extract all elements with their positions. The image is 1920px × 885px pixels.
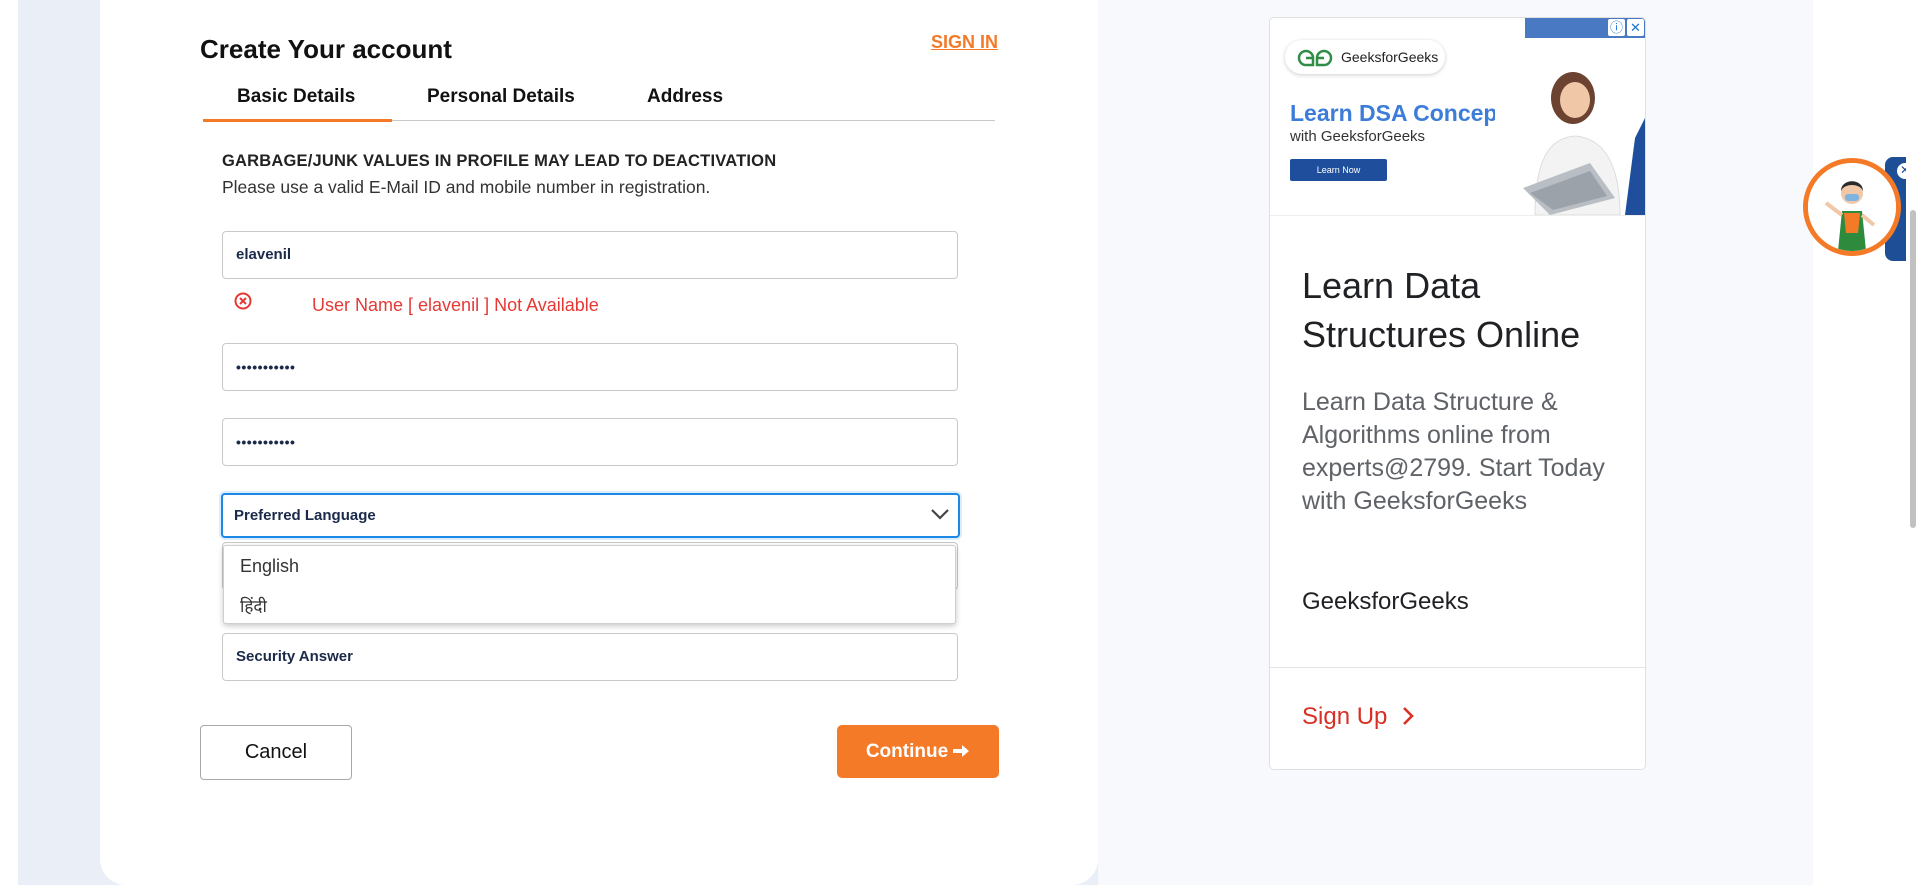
confirm-password-field[interactable]: ••••••••••• bbox=[222, 418, 958, 466]
preferred-language-select[interactable]: Preferred Language bbox=[221, 493, 960, 538]
ad-headline[interactable]: Learn Data Structures Online bbox=[1302, 261, 1622, 359]
username-field[interactable]: elavenil bbox=[222, 231, 958, 279]
left-strip bbox=[0, 0, 18, 885]
gfg-brand-pill: GeeksforGeeks bbox=[1285, 40, 1445, 74]
ad-close-icon[interactable]: ✕ bbox=[1627, 19, 1644, 36]
registration-info: Please use a valid E-Mail ID and mobile … bbox=[222, 177, 711, 197]
language-option-hindi[interactable]: हिंदी bbox=[240, 594, 267, 617]
tab-personal-details[interactable]: Personal Details bbox=[427, 86, 575, 108]
advertisement[interactable]: ⓘ ✕ GeeksforGeeks Learn DSA Concepts wit… bbox=[1269, 17, 1646, 770]
security-answer-field[interactable]: Security Answer bbox=[222, 633, 958, 681]
ad-description: Learn Data Structure & Algorithms online… bbox=[1302, 388, 1605, 515]
select-selected-value: Preferred Language bbox=[234, 507, 376, 524]
username-error-message: User Name [ elavenil ] Not Available bbox=[312, 295, 599, 315]
assistant-figure-image bbox=[1808, 163, 1896, 251]
tab-address[interactable]: Address bbox=[647, 86, 723, 108]
gfg-logo-icon bbox=[1297, 49, 1333, 67]
page-scrollbar[interactable] bbox=[1906, 0, 1920, 885]
arrow-right-icon bbox=[952, 725, 970, 778]
page-title: Create Your account bbox=[200, 34, 452, 64]
language-option-english[interactable]: English bbox=[240, 556, 299, 577]
continue-label: Continue bbox=[865, 741, 949, 762]
woman-with-laptop-image bbox=[1495, 38, 1645, 215]
language-dropdown-list: English हिंदी bbox=[223, 545, 956, 624]
chevron-right-icon bbox=[1403, 707, 1414, 725]
floating-assistant-widget[interactable]: ✕ bbox=[1800, 155, 1920, 265]
ad-info-icon[interactable]: ⓘ bbox=[1608, 19, 1625, 36]
ad-divider bbox=[1270, 667, 1645, 668]
banner-brand-name: GeeksforGeeks bbox=[1341, 49, 1439, 65]
assistant-avatar[interactable] bbox=[1803, 158, 1901, 256]
banner-subheadline: with GeeksforGeeks bbox=[1290, 128, 1426, 145]
banner-headline: Learn DSA Concepts bbox=[1290, 100, 1518, 126]
sign-in-link[interactable]: SIGN IN bbox=[931, 32, 998, 53]
error-circle-icon bbox=[234, 292, 252, 310]
password-field[interactable]: ••••••••••• bbox=[222, 343, 958, 391]
tab-basic-details[interactable]: Basic Details bbox=[237, 86, 355, 108]
cancel-button[interactable]: Cancel bbox=[200, 725, 352, 780]
ad-banner[interactable]: ⓘ ✕ GeeksforGeeks Learn DSA Concepts wit… bbox=[1270, 18, 1645, 216]
ad-brand-name: GeeksforGeeks bbox=[1302, 588, 1469, 615]
ad-sign-up-link[interactable]: Sign Up bbox=[1302, 703, 1416, 731]
ad-sign-up-label: Sign Up bbox=[1302, 703, 1388, 730]
chevron-down-icon bbox=[931, 509, 949, 520]
banner-learn-now-button[interactable]: Learn Now bbox=[1290, 159, 1387, 181]
continue-button[interactable]: Continue bbox=[837, 725, 999, 778]
active-tab-indicator bbox=[203, 119, 392, 122]
form-tabs: Basic Details Personal Details Address bbox=[203, 80, 995, 122]
ad-topbar: ⓘ ✕ bbox=[1270, 18, 1645, 38]
scrollbar-thumb[interactable] bbox=[1910, 210, 1916, 528]
deactivation-warning: GARBAGE/JUNK VALUES IN PROFILE MAY LEAD … bbox=[222, 152, 777, 170]
